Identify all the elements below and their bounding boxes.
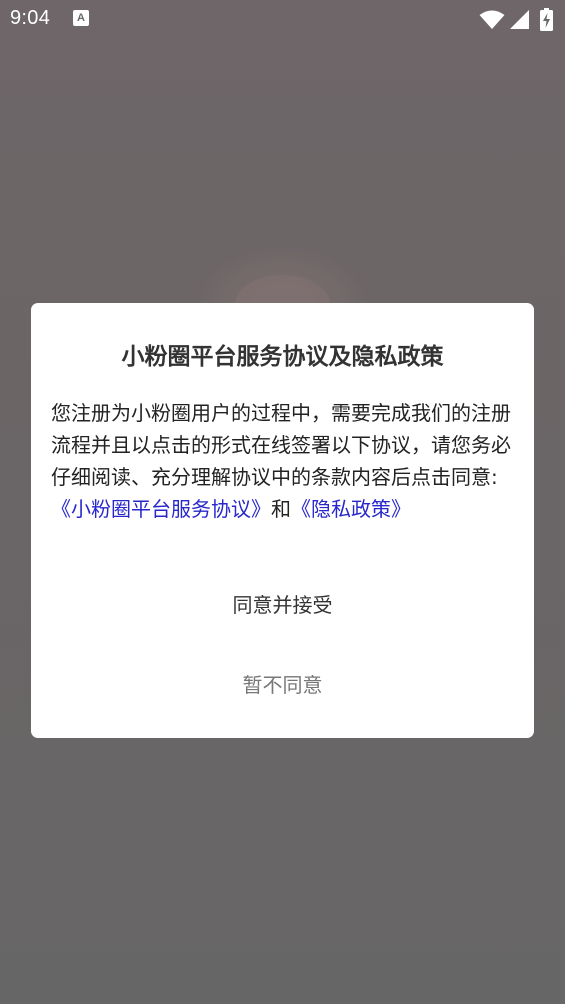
conjunction-text: 和 xyxy=(271,497,291,521)
agreement-dialog: 小粉圈平台服务协议及隐私政策 您注册为小粉圈用户的过程中，需要完成我们的注册流程… xyxy=(31,303,534,738)
dialog-title: 小粉圈平台服务协议及隐私政策 xyxy=(121,344,444,370)
status-time: 9:04 xyxy=(10,7,51,29)
agree-button[interactable]: 同意并接受 xyxy=(31,585,534,625)
status-bar: 9:04 A xyxy=(0,0,565,38)
service-agreement-link[interactable]: 《小粉圈平台服务协议》 xyxy=(51,497,271,521)
notification-a-icon: A xyxy=(73,10,89,26)
privacy-policy-link[interactable]: 《隐私政策》 xyxy=(291,497,411,521)
battery-icon xyxy=(540,8,553,31)
disagree-button[interactable]: 暂不同意 xyxy=(31,665,534,705)
status-icons xyxy=(479,8,557,31)
agreement-description: 您注册为小粉圈用户的过程中，需要完成我们的注册流程并且以点击的形式在线签署以下协… xyxy=(51,401,511,489)
signal-icon xyxy=(510,10,529,29)
wifi-icon xyxy=(479,10,505,29)
dialog-body: 您注册为小粉圈用户的过程中，需要完成我们的注册流程并且以点击的形式在线签署以下协… xyxy=(51,397,517,525)
